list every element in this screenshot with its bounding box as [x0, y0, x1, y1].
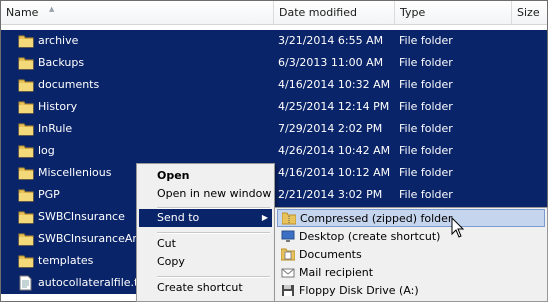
row-name: SWBCInsuranceArch — [38, 232, 150, 245]
row-type: File folder — [399, 166, 453, 179]
folder-icon — [18, 123, 34, 136]
sort-ascending-icon: ▲ — [49, 5, 55, 13]
table-row[interactable]: History 4/25/2014 12:14 PM File folder — [1, 96, 547, 118]
menu-separator — [157, 232, 270, 234]
column-header: Name ▲ Date modified Type Size — [1, 1, 547, 25]
menu-item-send-to-label: Send to — [157, 211, 200, 224]
table-row[interactable]: documents 4/16/2014 10:32 AM File folder — [1, 74, 547, 96]
folder-icon — [18, 211, 34, 224]
table-row[interactable]: archive 3/21/2014 6:55 AM File folder — [1, 30, 547, 52]
row-name: templates — [38, 254, 94, 267]
row-type: File folder — [399, 34, 453, 47]
menu-item-open[interactable]: Open — [139, 167, 272, 185]
folder-icon — [18, 35, 34, 48]
submenu-item-label: Mail recipient — [299, 266, 374, 279]
row-date: 2/21/2014 3:02 PM — [278, 188, 383, 201]
row-date: 7/29/2014 2:02 PM — [278, 122, 383, 135]
submenu-item-compressed-folder[interactable]: Compressed (zipped) folder — [277, 209, 545, 227]
row-name: InRule — [38, 122, 73, 135]
row-type: File folder — [399, 100, 453, 113]
submenu-item-desktop[interactable]: Desktop (create shortcut) — [277, 228, 545, 246]
menu-item-send-to[interactable]: Send to ▶ — [139, 209, 272, 227]
floppy-icon — [282, 285, 294, 296]
folder-icon — [18, 79, 34, 92]
text-file-icon — [19, 275, 32, 291]
row-date: 3/21/2014 6:55 AM — [278, 34, 384, 47]
submenu-item-label: Documents — [299, 248, 362, 261]
row-date: 6/3/2013 11:00 AM — [278, 56, 384, 69]
documents-icon — [281, 248, 295, 261]
row-type: File folder — [399, 122, 453, 135]
row-date: 4/16/2014 10:32 AM — [278, 78, 391, 91]
row-type: File folder — [399, 56, 453, 69]
context-menu: Open Open in new window Send to ▶ Cut Co… — [136, 163, 275, 302]
folder-icon — [18, 101, 34, 114]
column-name-label: Name — [6, 6, 39, 19]
submenu-item-mail-recipient[interactable]: Mail recipient — [277, 264, 545, 282]
row-name: Backups — [38, 56, 85, 69]
column-type[interactable]: Type — [395, 1, 512, 24]
row-date: 4/16/2014 10:12 AM — [278, 166, 391, 179]
row-name: documents — [38, 78, 100, 91]
column-date-modified[interactable]: Date modified — [274, 1, 395, 24]
folder-icon — [18, 145, 34, 158]
folder-icon — [18, 167, 34, 180]
row-type: File folder — [399, 188, 453, 201]
menu-item-cut[interactable]: Cut — [139, 235, 272, 253]
row-name: archive — [38, 34, 79, 47]
folder-icon — [18, 255, 34, 268]
row-type: File folder — [399, 78, 453, 91]
mail-icon — [281, 268, 295, 278]
submenu-item-floppy[interactable]: Floppy Disk Drive (A:) — [277, 282, 545, 300]
column-date-label: Date modified — [279, 6, 357, 19]
submenu-item-label: Desktop (create shortcut) — [299, 230, 441, 243]
column-type-label: Type — [400, 6, 426, 19]
row-date: 4/25/2014 12:14 PM — [278, 100, 390, 113]
submenu-item-label: Compressed (zipped) folder — [300, 212, 453, 225]
folder-icon — [18, 57, 34, 70]
row-name: log — [38, 144, 55, 157]
zip-folder-icon — [282, 212, 296, 225]
column-name[interactable]: Name ▲ — [1, 1, 274, 24]
row-name: PGP — [38, 188, 60, 201]
desktop-icon — [281, 230, 295, 242]
submenu-arrow-icon: ▶ — [261, 213, 268, 222]
table-row[interactable]: InRule 7/29/2014 2:02 PM File folder — [1, 118, 547, 140]
folder-icon — [18, 189, 34, 202]
table-row[interactable]: log 4/26/2014 10:42 AM File folder — [1, 140, 547, 162]
row-type: File folder — [399, 144, 453, 157]
table-row[interactable]: Backups 6/3/2013 11:00 AM File folder — [1, 52, 547, 74]
menu-item-copy[interactable]: Copy — [139, 253, 272, 271]
send-to-submenu: Compressed (zipped) folder Desktop (crea… — [274, 207, 548, 302]
row-name: History — [38, 100, 78, 113]
column-size-label: Size — [517, 6, 540, 19]
row-date: 4/26/2014 10:42 AM — [278, 144, 391, 157]
column-size[interactable]: Size — [512, 1, 547, 24]
submenu-item-label: Floppy Disk Drive (A:) — [299, 284, 419, 297]
menu-separator — [157, 276, 270, 278]
folder-icon — [18, 233, 34, 246]
row-name: Miscellenious — [38, 166, 112, 179]
row-name: autocollateralfile.txt — [38, 276, 150, 289]
menu-item-open-new-window[interactable]: Open in new window — [139, 185, 272, 203]
mouse-pointer-icon — [451, 217, 465, 238]
submenu-item-documents[interactable]: Documents — [277, 246, 545, 264]
row-name: SWBCInsurance — [38, 210, 125, 223]
menu-item-create-shortcut[interactable]: Create shortcut — [139, 279, 272, 297]
